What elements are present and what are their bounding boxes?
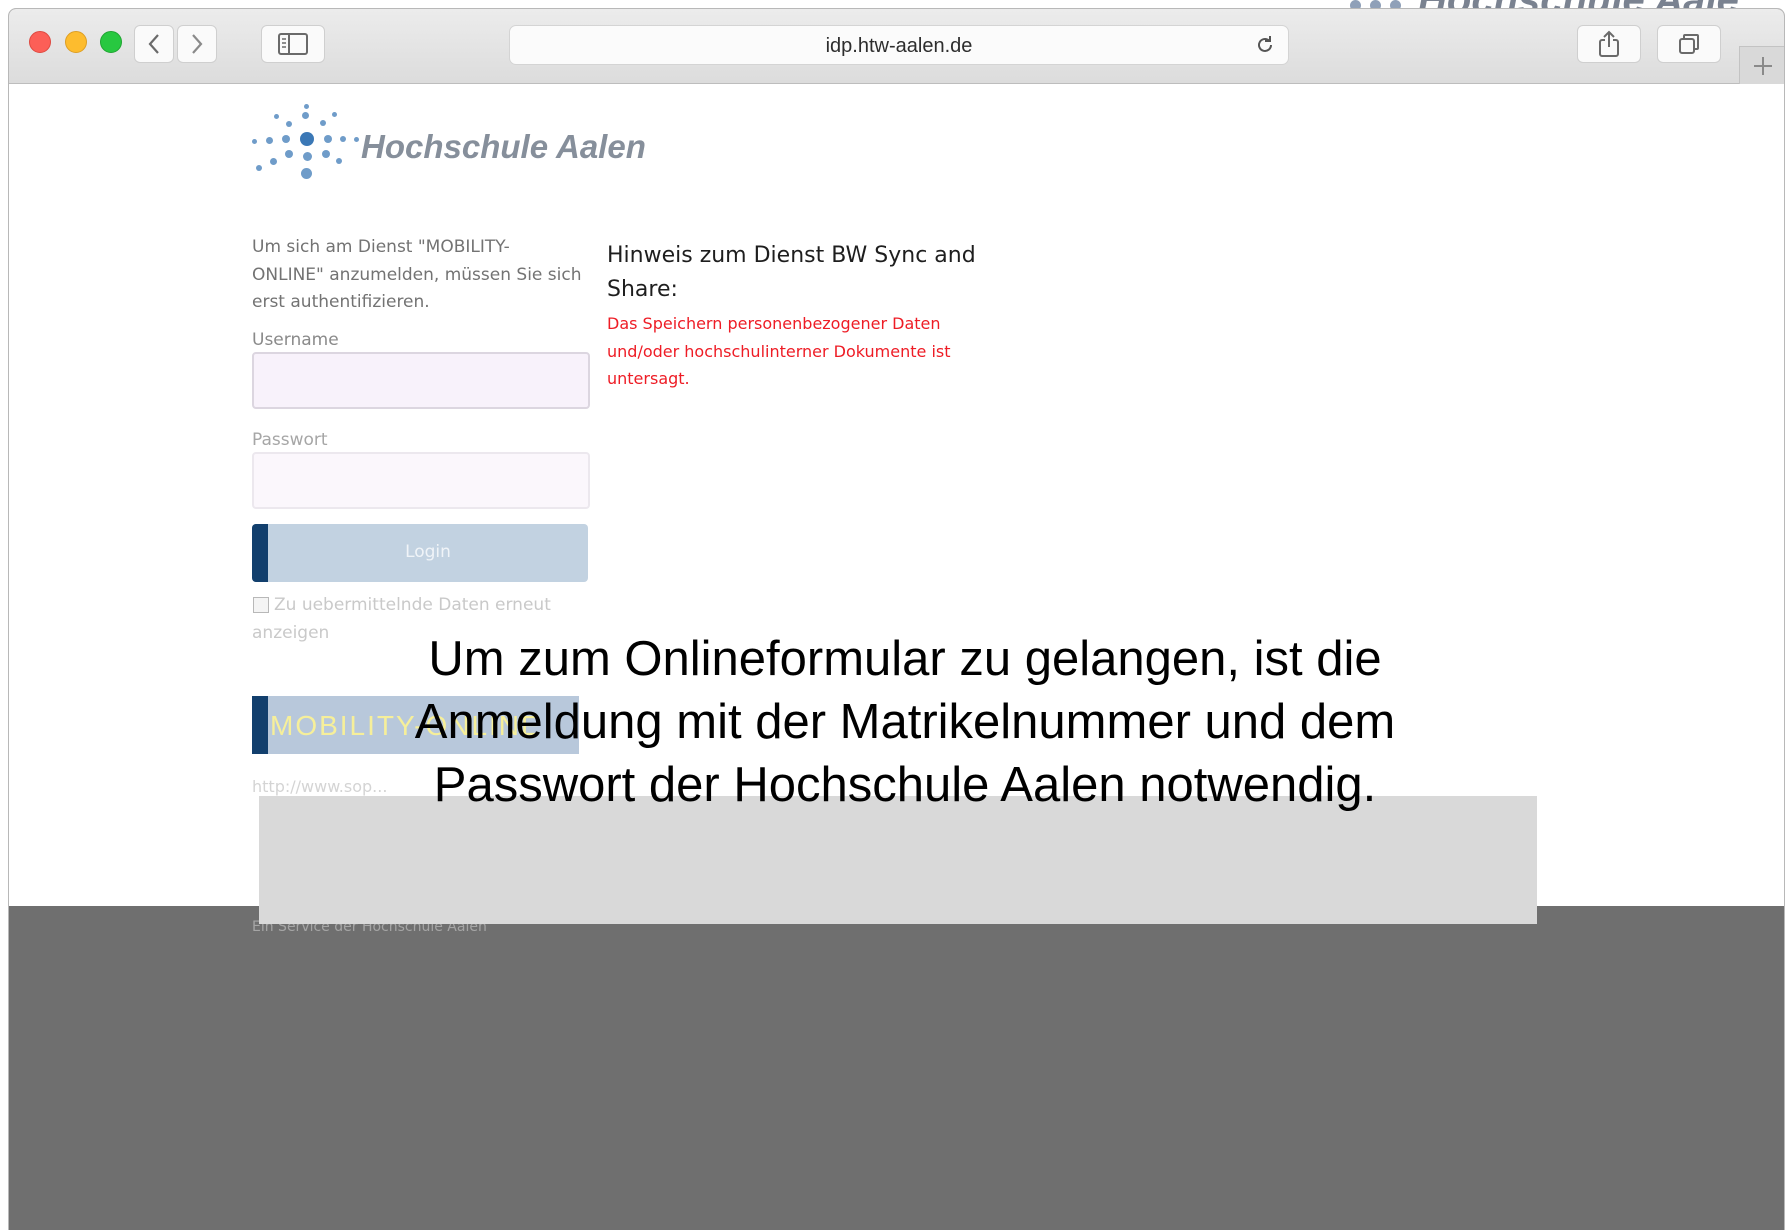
- chevron-right-icon: [192, 34, 203, 54]
- login-intro-text: Um sich am Dienst "MOBILITY-ONLINE" anzu…: [252, 237, 582, 312]
- browser-toolbar: idp.htw-aalen.de: [9, 9, 1784, 84]
- mobility-online-accent: [252, 696, 268, 754]
- share-icon: [1599, 30, 1619, 57]
- forward-button[interactable]: [177, 25, 217, 63]
- new-tab-button[interactable]: [1739, 46, 1784, 85]
- address-bar[interactable]: idp.htw-aalen.de: [509, 25, 1289, 65]
- password-input[interactable]: [252, 452, 590, 509]
- plus-icon: [1753, 57, 1772, 75]
- chevron-left-icon: [148, 34, 159, 54]
- back-button[interactable]: [134, 25, 174, 63]
- sidebar-toggle-button[interactable]: [261, 25, 325, 63]
- tabs-icon: [1679, 34, 1699, 54]
- notice-body: Das Speichern personenbezogener Daten un…: [607, 314, 951, 388]
- notice-title: Hinweis zum Dienst BW Sync and Share:: [607, 243, 976, 302]
- sidebar-icon: [278, 33, 308, 55]
- tabs-overview-button[interactable]: [1657, 25, 1721, 63]
- logo-text: Hochschule Aalen: [361, 128, 646, 165]
- browser-window: idp.htw-aalen.de Hochschule Aalen Um sic…: [8, 8, 1785, 1230]
- hochschule-logo-icon: [252, 104, 362, 181]
- address-url: idp.htw-aalen.de: [825, 35, 973, 57]
- login-button-label: Login: [405, 542, 451, 562]
- reload-icon[interactable]: [1254, 34, 1276, 60]
- close-window-button[interactable]: [29, 31, 51, 53]
- login-button[interactable]: Login: [252, 524, 588, 582]
- password-label: Passwort: [252, 430, 328, 450]
- username-input[interactable]: [252, 352, 590, 409]
- overlay-caption: Um zum Onlineformular zu gelangen, ist d…: [414, 632, 1396, 812]
- minimize-window-button[interactable]: [65, 31, 87, 53]
- zoom-window-button[interactable]: [100, 31, 122, 53]
- share-button[interactable]: [1577, 25, 1641, 63]
- username-label: Username: [252, 330, 339, 350]
- login-button-accent: [252, 524, 268, 582]
